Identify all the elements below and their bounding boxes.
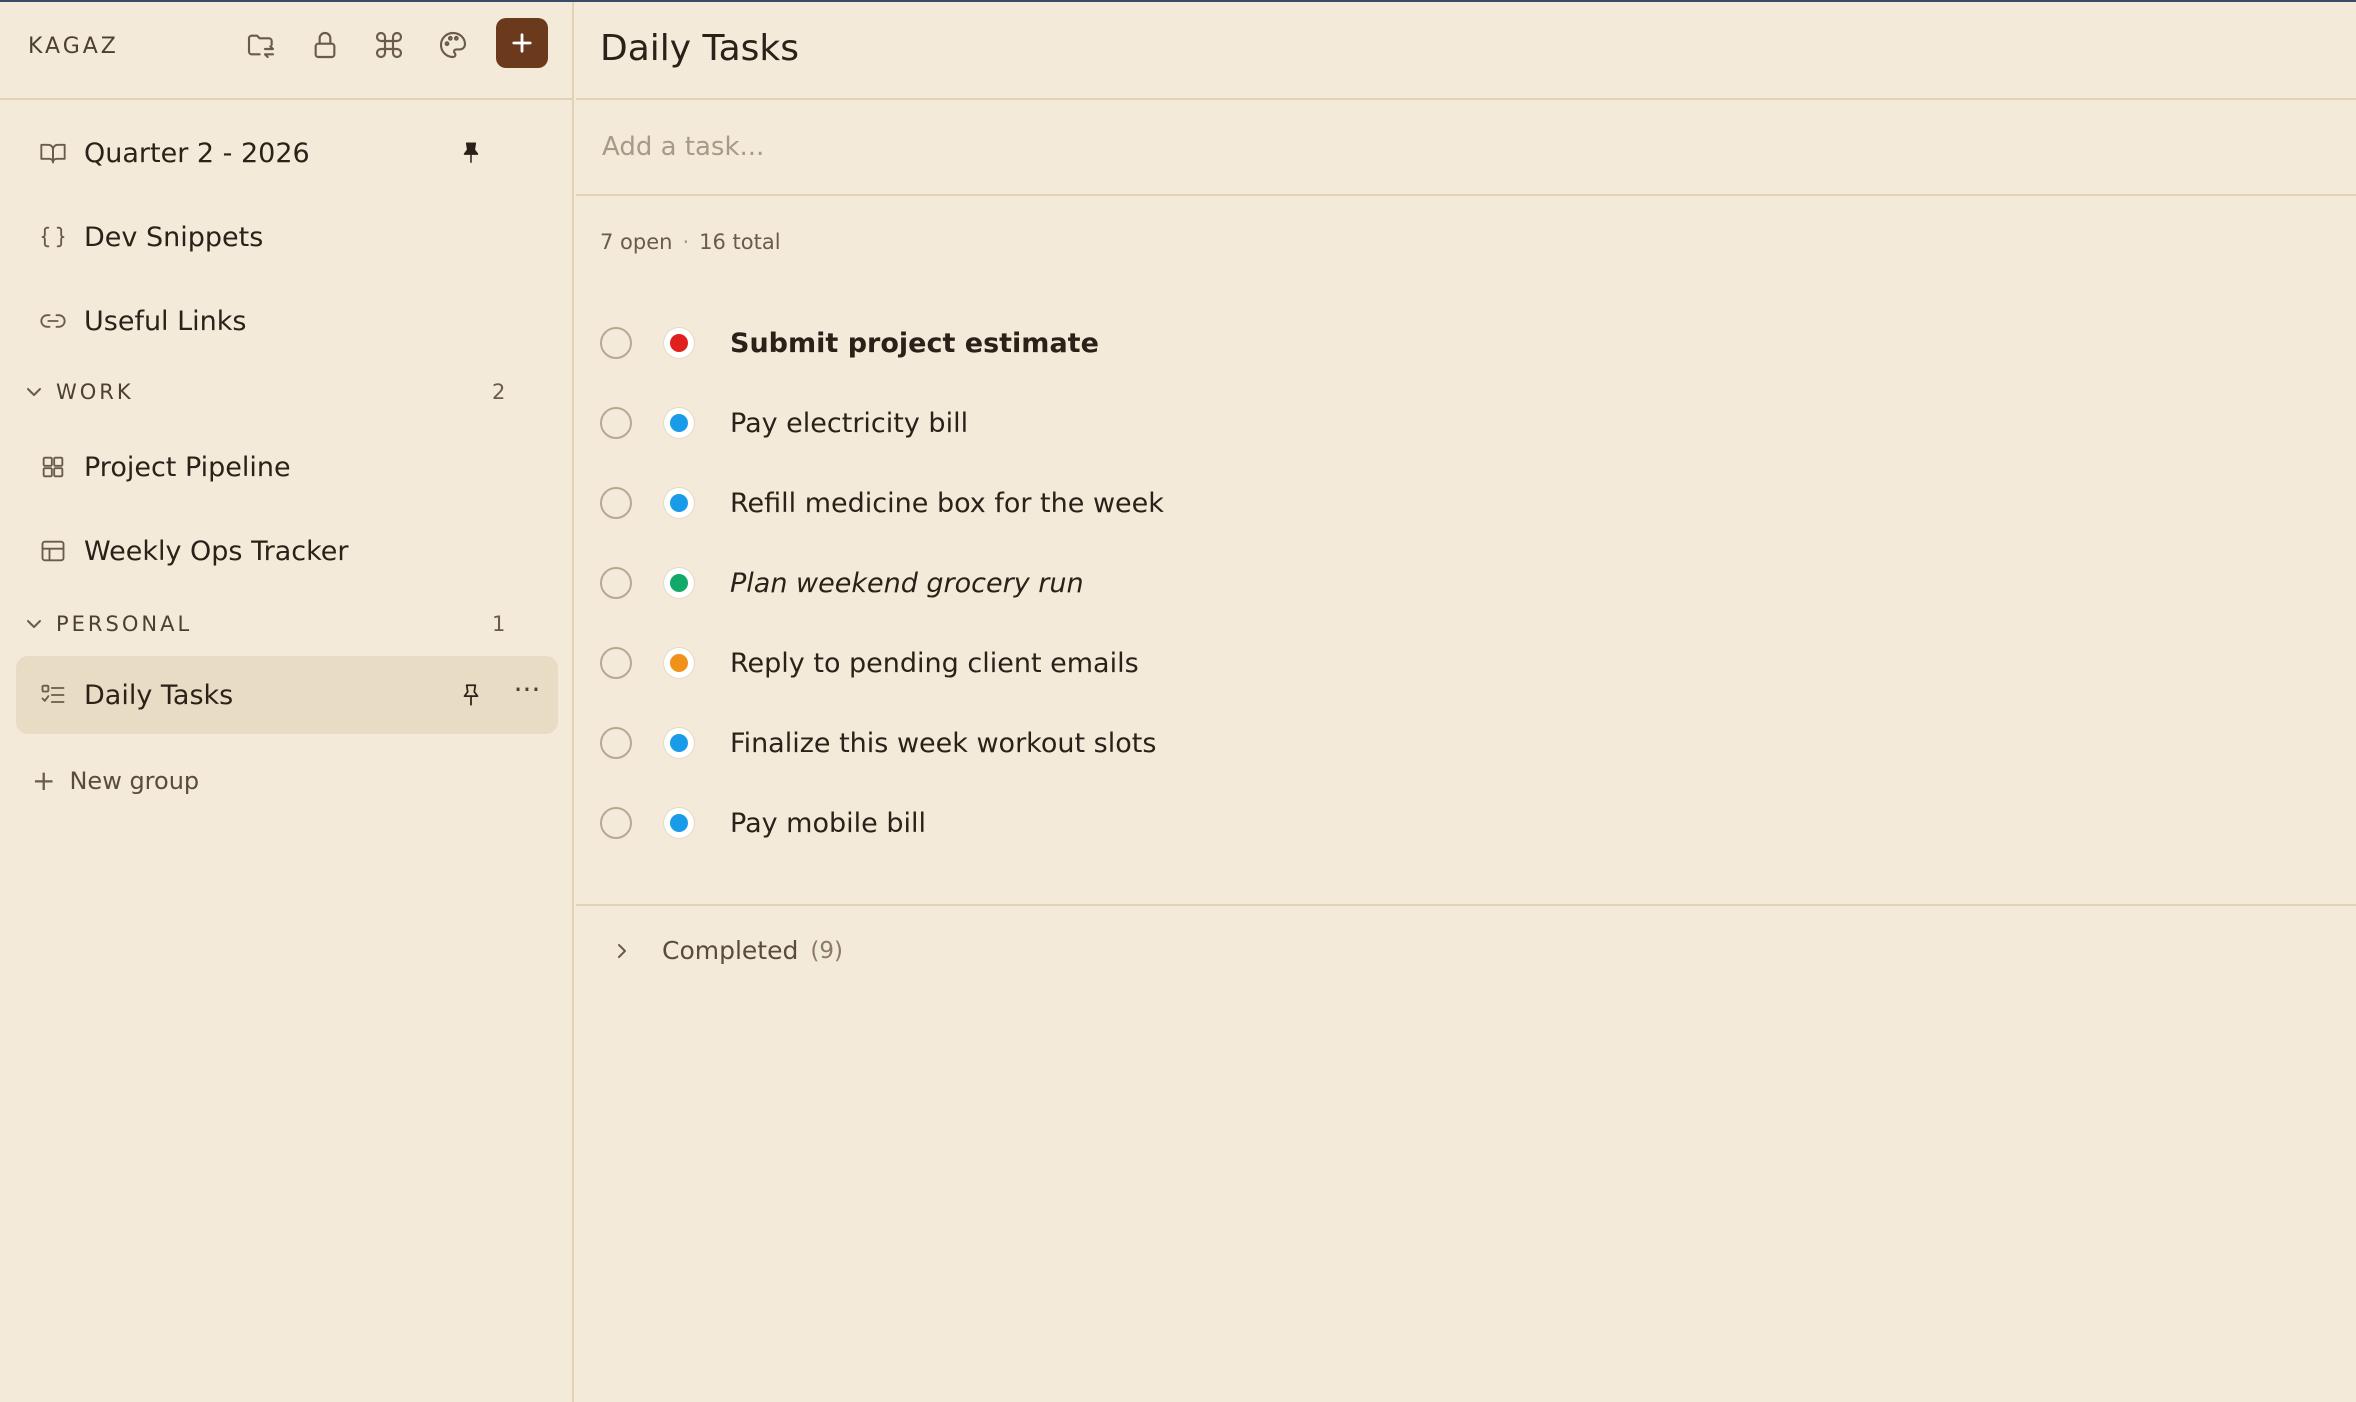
priority-indicator[interactable] [664,408,694,438]
priority-dot [670,494,688,512]
separator-dot: · [682,230,690,254]
completed-count: (9) [810,937,843,964]
sidebar-item-dev-snippets[interactable]: Dev Snippets [16,198,558,276]
divider [576,904,2356,906]
task-row[interactable]: Pay electricity bill [600,393,2300,453]
task-checkbox[interactable] [600,807,632,839]
open-count: 7 open [600,230,673,254]
task-text[interactable]: Pay electricity bill [730,408,968,439]
priority-dot [670,334,688,352]
braces-icon [38,222,68,252]
sidebar-item-project-pipeline[interactable]: Project Pipeline [16,428,558,506]
total-count: 16 total [699,230,781,254]
pin-icon[interactable] [456,680,486,710]
task-text[interactable]: Plan weekend grocery run [730,568,1084,599]
checklist-icon [38,680,68,710]
sidebar-item-weekly-ops-tracker[interactable]: Weekly Ops Tracker [16,512,558,590]
task-text[interactable]: Finalize this week workout slots [730,728,1156,759]
task-counts: 7 open · 16 total [600,230,781,254]
chevron-right-icon [618,943,626,958]
sidebar-header: KAGAZ [0,2,572,100]
completed-label: Completed [662,936,799,965]
command-icon[interactable] [372,28,406,62]
chevron-down-icon [27,620,41,628]
task-text[interactable]: Refill medicine box for the week [730,488,1164,519]
app-brand: KAGAZ [28,34,119,59]
priority-dot [670,814,688,832]
pin-icon[interactable] [456,138,486,168]
new-group-label: New group [69,766,200,795]
task-row[interactable]: Refill medicine box for the week [600,473,2300,533]
task-row[interactable]: Pay mobile bill [600,793,2300,853]
more-options-icon[interactable]: ··· [512,676,542,710]
main-panel: Daily Tasks 7 open · 16 total Submit proje… [576,2,2356,1402]
group-count: 1 [492,612,506,636]
folder-sync-icon[interactable] [244,28,278,62]
sidebar-item-label: Dev Snippets [84,221,264,253]
priority-indicator[interactable] [664,488,694,518]
group-header-personal[interactable]: PERSONAL 1 [22,606,512,642]
book-icon [38,138,68,168]
task-row[interactable]: Plan weekend grocery run [600,553,2300,613]
plus-icon: + [32,764,56,797]
sidebar-item-label: Project Pipeline [84,451,291,483]
main-header: Daily Tasks [576,2,2356,100]
plus-icon [512,33,532,53]
chevron-down-icon [27,388,41,396]
grid-icon [38,452,68,482]
palette-icon[interactable] [436,28,470,62]
sidebar-item-label: Useful Links [84,305,247,337]
group-header-work[interactable]: WORK 2 [22,374,512,410]
priority-indicator[interactable] [664,728,694,758]
table-icon [38,536,68,566]
task-row[interactable]: Submit project estimate [600,313,2300,373]
sidebar-item-label: Weekly Ops Tracker [84,535,349,567]
priority-dot [670,734,688,752]
priority-dot [670,654,688,672]
task-checkbox[interactable] [600,567,632,599]
sidebar-item-daily-tasks[interactable]: Daily Tasks ··· [16,656,558,734]
page-title: Daily Tasks [600,28,799,69]
add-task-row [576,100,2356,196]
link-icon [38,306,68,336]
sidebar-item-quarter-2-2026[interactable]: Quarter 2 - 2026 [16,114,558,192]
group-name: WORK [56,380,134,404]
sidebar-item-label: Daily Tasks [84,679,234,711]
priority-indicator[interactable] [664,808,694,838]
add-task-input[interactable] [600,126,2204,168]
completed-section-toggle[interactable]: Completed (9) [610,936,843,965]
sidebar: KAGAZ Quarter 2 - 2026 Dev Snippets Usef… [0,2,574,1402]
task-checkbox[interactable] [600,407,632,439]
new-group-button[interactable]: + New group [32,764,199,797]
task-checkbox[interactable] [600,647,632,679]
group-name: PERSONAL [56,612,193,636]
priority-indicator[interactable] [664,568,694,598]
group-count: 2 [492,380,506,404]
task-text[interactable]: Submit project estimate [730,328,1099,359]
sidebar-item-label: Quarter 2 - 2026 [84,137,310,169]
task-checkbox[interactable] [600,727,632,759]
task-checkbox[interactable] [600,327,632,359]
task-row[interactable]: Finalize this week workout slots [600,713,2300,773]
add-button[interactable] [496,18,548,68]
priority-indicator[interactable] [664,648,694,678]
task-row[interactable]: Reply to pending client emails [600,633,2300,693]
priority-dot [670,414,688,432]
task-text[interactable]: Reply to pending client emails [730,648,1139,679]
priority-dot [670,574,688,592]
lock-icon[interactable] [308,28,342,62]
task-text[interactable]: Pay mobile bill [730,808,926,839]
sidebar-item-useful-links[interactable]: Useful Links [16,282,558,360]
priority-indicator[interactable] [664,328,694,358]
task-checkbox[interactable] [600,487,632,519]
